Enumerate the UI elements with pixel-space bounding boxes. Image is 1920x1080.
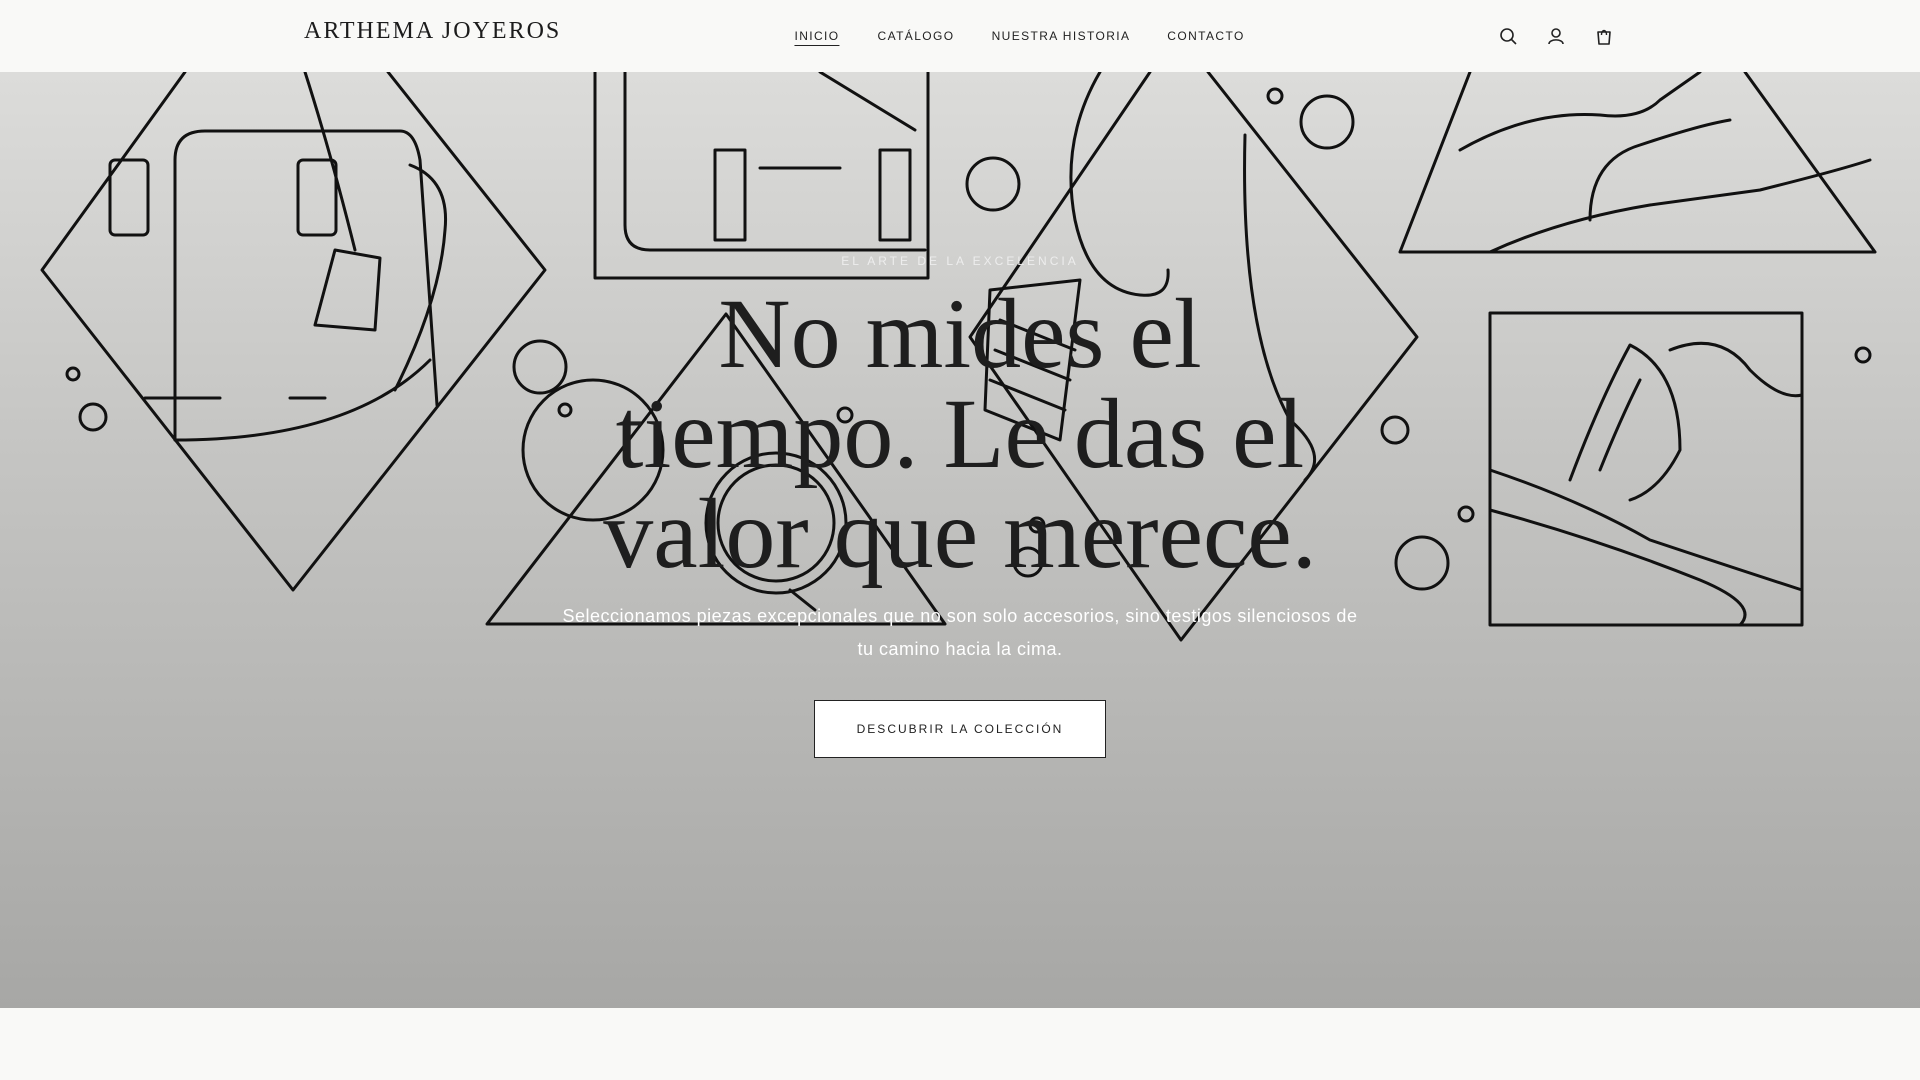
discover-collection-button[interactable]: DESCUBRIR LA COLECCIÓN [814,700,1106,758]
search-icon[interactable] [1498,26,1518,46]
nav-item-contacto[interactable]: CONTACTO [1167,29,1244,43]
main-nav: INICIO CATÁLOGO NUESTRA HISTORIA CONTACT… [0,29,1920,49]
user-icon[interactable] [1546,26,1566,46]
nav-item-nuestra-historia[interactable]: NUESTRA HISTORIA [992,29,1131,43]
hero-title: No mides el tiempo. Le das el valor que … [603,278,1317,589]
hero-eyebrow: EL ARTE DE LA EXCELENCIA [841,254,1079,268]
hero-subtitle: Seleccionamos piezas excepcionales que n… [562,606,1358,659]
hero-section: EL ARTE DE LA EXCELENCIA No mides el tie… [0,72,1920,1008]
site-header: ARTHEMA JOYEROS INICIO CATÁLOGO NUESTRA … [0,0,1920,72]
page-footer-area [0,1008,1920,1080]
shopping-bag-icon[interactable] [1594,26,1614,46]
nav-item-inicio[interactable]: INICIO [794,29,840,46]
nav-item-catalogo[interactable]: CATÁLOGO [878,29,955,43]
